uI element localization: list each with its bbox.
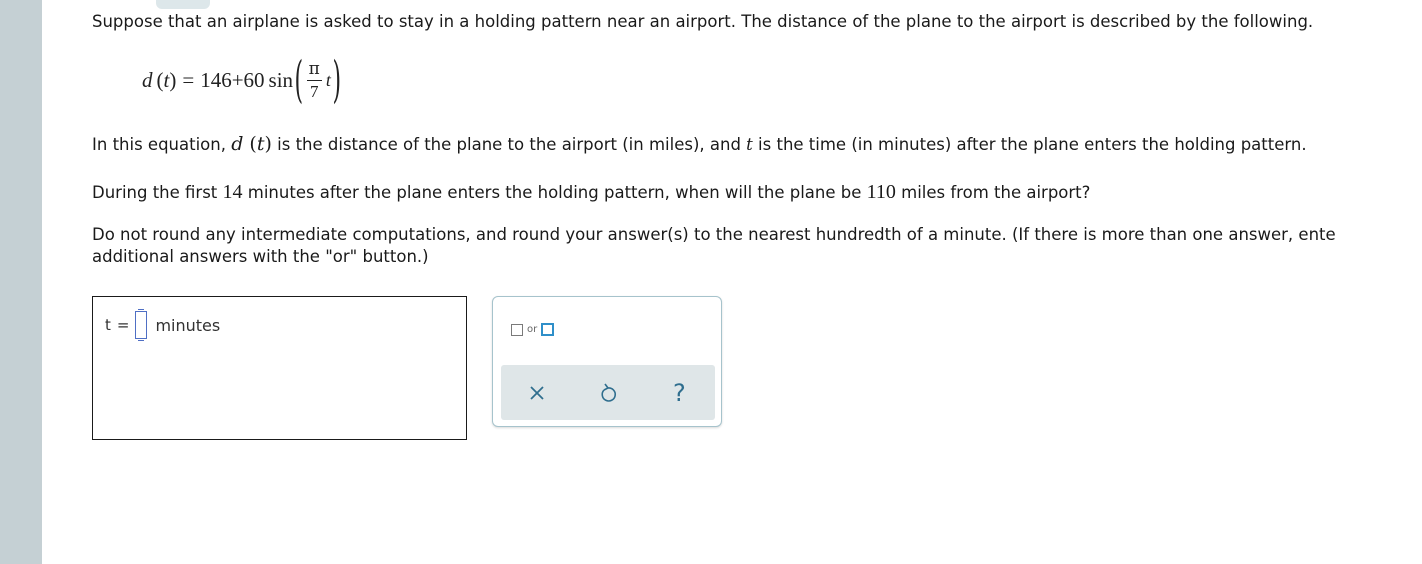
answer-unit: minutes xyxy=(155,315,221,335)
or-left-box-icon xyxy=(511,323,523,336)
or-right-box-icon xyxy=(541,323,555,336)
left-sidebar-rail xyxy=(0,0,42,564)
eq-frac-numerator: π xyxy=(306,58,322,81)
or-button[interactable]: or xyxy=(511,323,555,336)
eq-big-close-paren: ) xyxy=(332,51,341,109)
eq-frac-denominator: 7 xyxy=(310,81,319,101)
eq-arg-var: t xyxy=(325,69,331,90)
explanation-text-3: is the time (in minutes) after the plane… xyxy=(752,135,1307,154)
top-tab-indicator xyxy=(156,0,210,9)
or-label: or xyxy=(527,323,538,335)
eq-amplitude: 60 xyxy=(243,67,265,92)
explanation-text-2: is the distance of the plane to the airp… xyxy=(271,135,747,154)
eq-sin: sin xyxy=(268,67,294,92)
question-text-3: miles from the airport? xyxy=(895,183,1091,202)
answer-input[interactable] xyxy=(135,309,148,341)
question-text-1: During the first xyxy=(92,183,223,202)
clear-button[interactable] xyxy=(517,373,557,413)
answer-box[interactable]: t = minutes xyxy=(92,296,467,440)
problem-intro: Suppose that an airplane is asked to sta… xyxy=(92,12,1314,31)
eq-lhs-func: d xyxy=(142,67,153,92)
question-text-2: minutes after the plane enters the holdi… xyxy=(242,183,867,202)
explanation-text-1: In this equation, xyxy=(92,135,232,154)
explanation-func: d xyxy=(231,133,244,155)
answer-equals: = xyxy=(116,316,130,334)
help-icon: ? xyxy=(672,378,686,407)
eq-plus: + xyxy=(231,67,244,92)
distance-equation: d (t) = 146 + 60 sin ( π 7 t ) xyxy=(142,52,342,108)
answer-row: t = minutes xyxy=(105,309,221,341)
question-miles-value: 110 xyxy=(866,181,896,203)
answer-variable: t xyxy=(105,316,111,334)
eq-constant: 146 xyxy=(200,67,232,92)
equation-explanation: In this equation, d (t) is the distance … xyxy=(92,133,1307,155)
undo-button[interactable] xyxy=(588,373,628,413)
close-icon xyxy=(530,385,544,400)
instructions-line-1: Do not round any intermediate computatio… xyxy=(92,225,1336,244)
eq-equals: = xyxy=(182,67,195,92)
undo-icon xyxy=(601,383,616,402)
question-minutes-value: 14 xyxy=(222,181,243,203)
math-tool-palette: or ? xyxy=(492,296,722,427)
problem-question: During the first 14 minutes after the pl… xyxy=(92,181,1090,204)
explanation-var2: t xyxy=(746,135,753,154)
instructions-line-2: additional answers with the "or" button.… xyxy=(92,247,429,266)
eq-fraction: π 7 xyxy=(306,58,322,101)
eq-lhs-close-paren: ) xyxy=(169,67,177,92)
help-button[interactable]: ? xyxy=(659,373,699,413)
action-bar: ? xyxy=(501,365,715,420)
eq-lhs-open-paren: ( xyxy=(156,67,164,92)
eq-big-open-paren: ( xyxy=(294,51,304,109)
